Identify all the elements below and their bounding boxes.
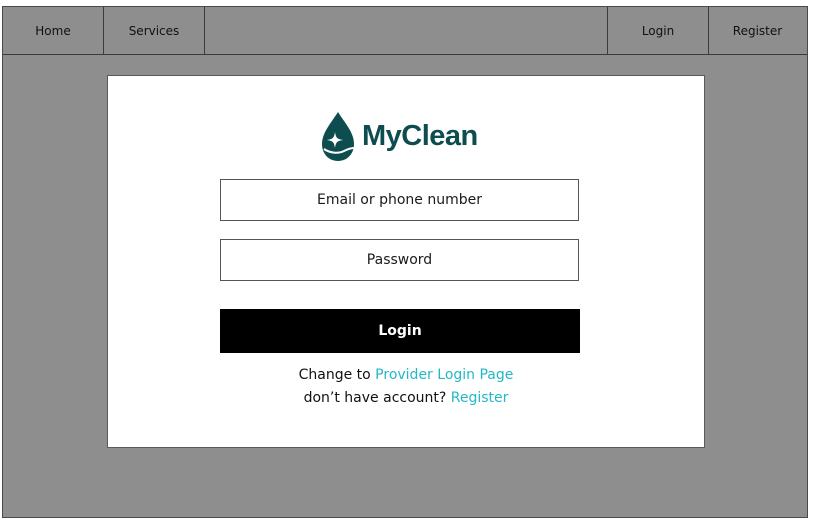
- water-drop-sparkle-icon: [322, 112, 355, 161]
- brand-logo: MyClean: [318, 108, 478, 164]
- app-frame: Home Services Login Register MyClean Ema…: [2, 6, 808, 518]
- provider-switch-line: Change to Provider Login Page: [108, 367, 704, 383]
- nav-register[interactable]: Register: [708, 7, 807, 54]
- brand-name: MyClean: [362, 119, 478, 152]
- register-prompt-line: don’t have account? Register: [108, 390, 704, 406]
- login-button[interactable]: Login: [220, 309, 580, 353]
- register-link[interactable]: Register: [451, 390, 509, 406]
- password-field[interactable]: Password: [220, 239, 579, 281]
- nav-services[interactable]: Services: [104, 7, 205, 54]
- register-prefix-text: don’t have account?: [303, 390, 451, 406]
- nav-home[interactable]: Home: [3, 7, 104, 54]
- nav-login[interactable]: Login: [607, 7, 709, 54]
- login-card: MyClean Email or phone number Password L…: [107, 75, 705, 448]
- provider-login-link[interactable]: Provider Login Page: [375, 367, 513, 383]
- email-field[interactable]: Email or phone number: [220, 179, 579, 221]
- top-navbar: Home Services Login Register: [3, 7, 807, 55]
- provider-prefix-text: Change to: [298, 367, 376, 383]
